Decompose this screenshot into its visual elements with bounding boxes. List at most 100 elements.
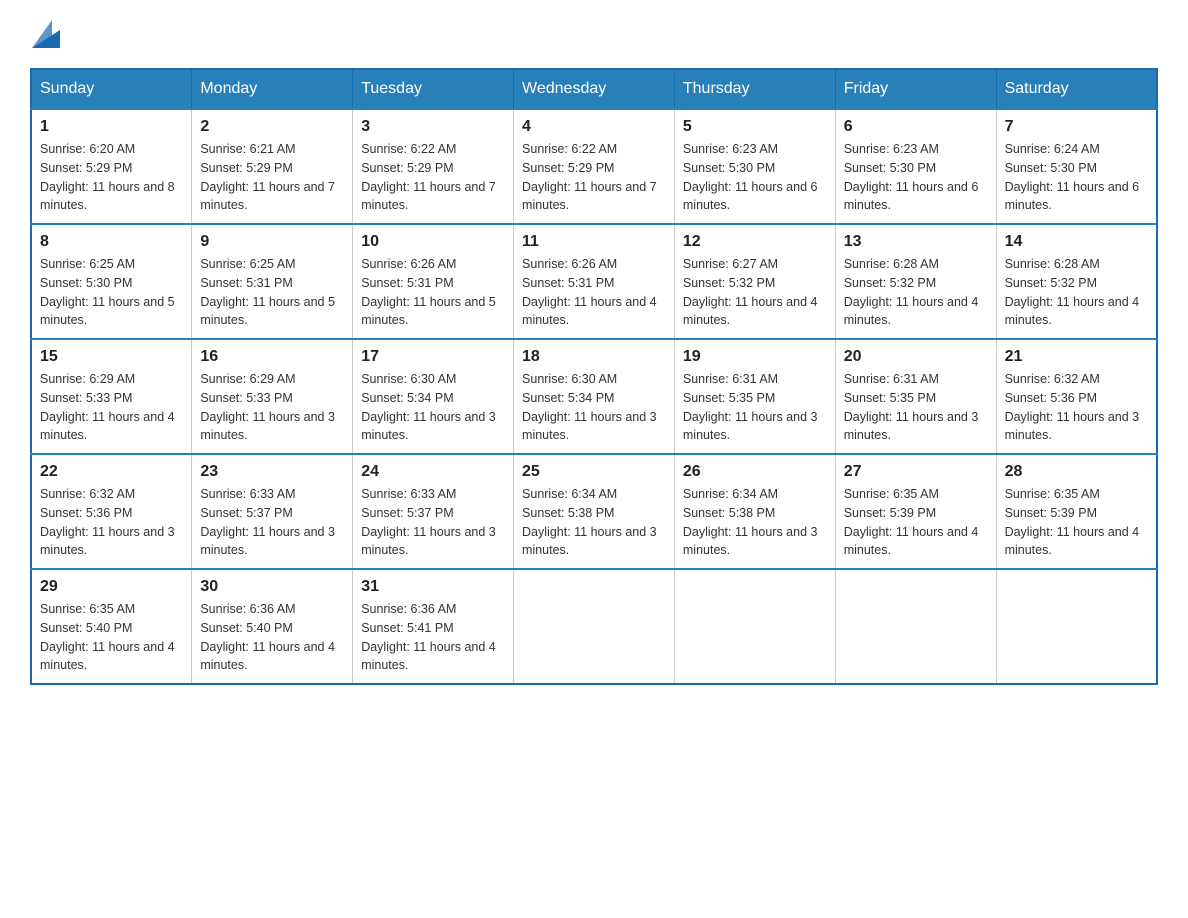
calendar-cell: 10 Sunrise: 6:26 AMSunset: 5:31 PMDaylig… xyxy=(353,224,514,339)
calendar-cell: 17 Sunrise: 6:30 AMSunset: 5:34 PMDaylig… xyxy=(353,339,514,454)
day-number: 17 xyxy=(361,348,505,366)
day-number: 10 xyxy=(361,233,505,251)
day-info: Sunrise: 6:36 AMSunset: 5:40 PMDaylight:… xyxy=(200,600,344,675)
calendar-cell: 7 Sunrise: 6:24 AMSunset: 5:30 PMDayligh… xyxy=(996,109,1157,224)
day-info: Sunrise: 6:22 AMSunset: 5:29 PMDaylight:… xyxy=(522,140,666,215)
calendar-week-row: 8 Sunrise: 6:25 AMSunset: 5:30 PMDayligh… xyxy=(31,224,1157,339)
day-info: Sunrise: 6:24 AMSunset: 5:30 PMDaylight:… xyxy=(1005,140,1148,215)
calendar-cell: 19 Sunrise: 6:31 AMSunset: 5:35 PMDaylig… xyxy=(674,339,835,454)
day-number: 12 xyxy=(683,233,827,251)
day-number: 3 xyxy=(361,118,505,136)
day-info: Sunrise: 6:31 AMSunset: 5:35 PMDaylight:… xyxy=(683,370,827,445)
day-number: 11 xyxy=(522,233,666,251)
calendar-cell: 5 Sunrise: 6:23 AMSunset: 5:30 PMDayligh… xyxy=(674,109,835,224)
day-info: Sunrise: 6:30 AMSunset: 5:34 PMDaylight:… xyxy=(522,370,666,445)
calendar-cell xyxy=(996,569,1157,684)
day-info: Sunrise: 6:25 AMSunset: 5:31 PMDaylight:… xyxy=(200,255,344,330)
day-info: Sunrise: 6:28 AMSunset: 5:32 PMDaylight:… xyxy=(1005,255,1148,330)
calendar-cell: 29 Sunrise: 6:35 AMSunset: 5:40 PMDaylig… xyxy=(31,569,192,684)
calendar-cell: 14 Sunrise: 6:28 AMSunset: 5:32 PMDaylig… xyxy=(996,224,1157,339)
day-info: Sunrise: 6:26 AMSunset: 5:31 PMDaylight:… xyxy=(361,255,505,330)
calendar-cell: 24 Sunrise: 6:33 AMSunset: 5:37 PMDaylig… xyxy=(353,454,514,569)
calendar-cell: 23 Sunrise: 6:33 AMSunset: 5:37 PMDaylig… xyxy=(192,454,353,569)
day-number: 28 xyxy=(1005,463,1148,481)
calendar-cell: 31 Sunrise: 6:36 AMSunset: 5:41 PMDaylig… xyxy=(353,569,514,684)
day-number: 24 xyxy=(361,463,505,481)
calendar-table: SundayMondayTuesdayWednesdayThursdayFrid… xyxy=(30,68,1158,685)
day-info: Sunrise: 6:29 AMSunset: 5:33 PMDaylight:… xyxy=(200,370,344,445)
day-number: 29 xyxy=(40,578,183,596)
day-info: Sunrise: 6:21 AMSunset: 5:29 PMDaylight:… xyxy=(200,140,344,215)
calendar-week-row: 29 Sunrise: 6:35 AMSunset: 5:40 PMDaylig… xyxy=(31,569,1157,684)
day-info: Sunrise: 6:29 AMSunset: 5:33 PMDaylight:… xyxy=(40,370,183,445)
day-info: Sunrise: 6:23 AMSunset: 5:30 PMDaylight:… xyxy=(844,140,988,215)
calendar-cell: 2 Sunrise: 6:21 AMSunset: 5:29 PMDayligh… xyxy=(192,109,353,224)
calendar-cell: 27 Sunrise: 6:35 AMSunset: 5:39 PMDaylig… xyxy=(835,454,996,569)
calendar-cell xyxy=(674,569,835,684)
day-number: 23 xyxy=(200,463,344,481)
calendar-week-row: 1 Sunrise: 6:20 AMSunset: 5:29 PMDayligh… xyxy=(31,109,1157,224)
header-monday: Monday xyxy=(192,69,353,109)
day-info: Sunrise: 6:33 AMSunset: 5:37 PMDaylight:… xyxy=(200,485,344,560)
header-saturday: Saturday xyxy=(996,69,1157,109)
header-tuesday: Tuesday xyxy=(353,69,514,109)
day-number: 1 xyxy=(40,118,183,136)
day-number: 21 xyxy=(1005,348,1148,366)
day-number: 19 xyxy=(683,348,827,366)
calendar-header-row: SundayMondayTuesdayWednesdayThursdayFrid… xyxy=(31,69,1157,109)
day-info: Sunrise: 6:34 AMSunset: 5:38 PMDaylight:… xyxy=(683,485,827,560)
day-info: Sunrise: 6:26 AMSunset: 5:31 PMDaylight:… xyxy=(522,255,666,330)
day-number: 15 xyxy=(40,348,183,366)
day-number: 30 xyxy=(200,578,344,596)
calendar-cell: 12 Sunrise: 6:27 AMSunset: 5:32 PMDaylig… xyxy=(674,224,835,339)
day-info: Sunrise: 6:35 AMSunset: 5:39 PMDaylight:… xyxy=(844,485,988,560)
calendar-cell: 13 Sunrise: 6:28 AMSunset: 5:32 PMDaylig… xyxy=(835,224,996,339)
day-info: Sunrise: 6:31 AMSunset: 5:35 PMDaylight:… xyxy=(844,370,988,445)
header-wednesday: Wednesday xyxy=(514,69,675,109)
day-number: 13 xyxy=(844,233,988,251)
calendar-cell: 6 Sunrise: 6:23 AMSunset: 5:30 PMDayligh… xyxy=(835,109,996,224)
day-number: 22 xyxy=(40,463,183,481)
day-info: Sunrise: 6:23 AMSunset: 5:30 PMDaylight:… xyxy=(683,140,827,215)
calendar-cell: 11 Sunrise: 6:26 AMSunset: 5:31 PMDaylig… xyxy=(514,224,675,339)
day-number: 5 xyxy=(683,118,827,136)
calendar-cell: 30 Sunrise: 6:36 AMSunset: 5:40 PMDaylig… xyxy=(192,569,353,684)
day-number: 18 xyxy=(522,348,666,366)
calendar-cell: 15 Sunrise: 6:29 AMSunset: 5:33 PMDaylig… xyxy=(31,339,192,454)
page-header xyxy=(30,20,1158,48)
day-info: Sunrise: 6:36 AMSunset: 5:41 PMDaylight:… xyxy=(361,600,505,675)
day-number: 7 xyxy=(1005,118,1148,136)
day-number: 6 xyxy=(844,118,988,136)
day-info: Sunrise: 6:30 AMSunset: 5:34 PMDaylight:… xyxy=(361,370,505,445)
calendar-week-row: 22 Sunrise: 6:32 AMSunset: 5:36 PMDaylig… xyxy=(31,454,1157,569)
day-info: Sunrise: 6:20 AMSunset: 5:29 PMDaylight:… xyxy=(40,140,183,215)
calendar-cell: 20 Sunrise: 6:31 AMSunset: 5:35 PMDaylig… xyxy=(835,339,996,454)
day-info: Sunrise: 6:22 AMSunset: 5:29 PMDaylight:… xyxy=(361,140,505,215)
calendar-cell: 8 Sunrise: 6:25 AMSunset: 5:30 PMDayligh… xyxy=(31,224,192,339)
day-info: Sunrise: 6:32 AMSunset: 5:36 PMDaylight:… xyxy=(40,485,183,560)
calendar-cell: 28 Sunrise: 6:35 AMSunset: 5:39 PMDaylig… xyxy=(996,454,1157,569)
calendar-cell: 21 Sunrise: 6:32 AMSunset: 5:36 PMDaylig… xyxy=(996,339,1157,454)
day-info: Sunrise: 6:25 AMSunset: 5:30 PMDaylight:… xyxy=(40,255,183,330)
logo xyxy=(30,20,62,48)
calendar-cell: 3 Sunrise: 6:22 AMSunset: 5:29 PMDayligh… xyxy=(353,109,514,224)
calendar-cell: 16 Sunrise: 6:29 AMSunset: 5:33 PMDaylig… xyxy=(192,339,353,454)
day-number: 16 xyxy=(200,348,344,366)
day-number: 4 xyxy=(522,118,666,136)
calendar-week-row: 15 Sunrise: 6:29 AMSunset: 5:33 PMDaylig… xyxy=(31,339,1157,454)
calendar-cell: 25 Sunrise: 6:34 AMSunset: 5:38 PMDaylig… xyxy=(514,454,675,569)
day-info: Sunrise: 6:33 AMSunset: 5:37 PMDaylight:… xyxy=(361,485,505,560)
logo-icon xyxy=(32,20,60,48)
day-number: 20 xyxy=(844,348,988,366)
day-number: 8 xyxy=(40,233,183,251)
day-info: Sunrise: 6:34 AMSunset: 5:38 PMDaylight:… xyxy=(522,485,666,560)
day-number: 14 xyxy=(1005,233,1148,251)
calendar-cell xyxy=(514,569,675,684)
calendar-cell: 4 Sunrise: 6:22 AMSunset: 5:29 PMDayligh… xyxy=(514,109,675,224)
calendar-cell: 22 Sunrise: 6:32 AMSunset: 5:36 PMDaylig… xyxy=(31,454,192,569)
day-info: Sunrise: 6:35 AMSunset: 5:40 PMDaylight:… xyxy=(40,600,183,675)
day-info: Sunrise: 6:32 AMSunset: 5:36 PMDaylight:… xyxy=(1005,370,1148,445)
day-number: 2 xyxy=(200,118,344,136)
day-number: 31 xyxy=(361,578,505,596)
day-info: Sunrise: 6:28 AMSunset: 5:32 PMDaylight:… xyxy=(844,255,988,330)
